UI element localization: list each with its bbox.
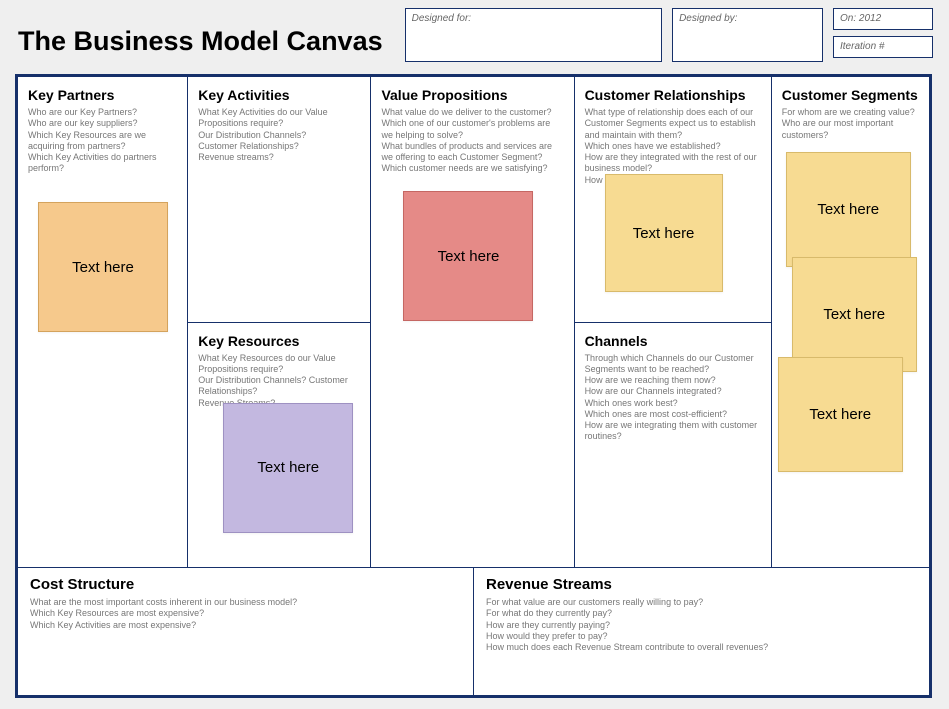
heading-channels: Channels <box>585 333 761 349</box>
heading-key-resources: Key Resources <box>198 333 360 349</box>
q: Who are our most important customers? <box>782 118 919 141</box>
q: Customer Relationships? <box>198 141 360 152</box>
heading-customer-relationships: Customer Relationships <box>585 87 761 103</box>
heading-cost-structure: Cost Structure <box>30 576 461 593</box>
q: For whom are we creating value? <box>782 107 919 118</box>
cell-channels: Channels Through which Channels do our C… <box>575 323 771 568</box>
q: What Key Activities do our Value Proposi… <box>198 107 360 130</box>
header: The Business Model Canvas Designed for: … <box>0 0 949 70</box>
q: How are we reaching them now? <box>585 375 761 386</box>
meta-stack: On: 2012 Iteration # <box>833 8 933 64</box>
canvas: Key Partners Who are our Key Partners? W… <box>15 74 932 698</box>
q: For what value are our customers really … <box>486 597 917 608</box>
q: Which one of our customer's problems are… <box>381 118 563 141</box>
q: How are our Channels integrated? <box>585 386 761 397</box>
q: What are the most important costs inhere… <box>30 597 461 608</box>
q: What bundles of products and services ar… <box>381 141 563 164</box>
q: Which ones work best? <box>585 398 761 409</box>
q: How are we integrating them with custome… <box>585 420 761 443</box>
q: Revenue streams? <box>198 152 360 163</box>
q: What value do we deliver to the customer… <box>381 107 563 118</box>
q: Which customer needs are we satisfying? <box>381 163 563 174</box>
cell-revenue-streams: Revenue Streams For what value are our c… <box>474 568 929 695</box>
q: What Key Resources do our Value Proposit… <box>198 353 360 376</box>
cell-cost-structure: Cost Structure What are the most importa… <box>18 568 474 695</box>
q: For what do they currently pay? <box>486 608 917 619</box>
q: Which Key Resources are most expensive? <box>30 608 461 619</box>
q: Which Key Activities are most expensive? <box>30 620 461 631</box>
heading-revenue-streams: Revenue Streams <box>486 576 917 593</box>
q: What type of relationship does each of o… <box>585 107 761 141</box>
q: Our Distribution Channels? Customer Rela… <box>198 375 360 398</box>
heading-key-activities: Key Activities <box>198 87 360 103</box>
sticky-note[interactable]: Text here <box>605 174 723 292</box>
cell-customer-segments: Customer Segments For whom are we creati… <box>772 77 929 567</box>
designed-by-box[interactable]: Designed by: <box>672 8 823 62</box>
sticky-note[interactable]: Text here <box>223 403 353 533</box>
q: Which Key Resources are we acquiring fro… <box>28 130 177 153</box>
heading-customer-segments: Customer Segments <box>782 87 919 103</box>
cell-customer-relationships: Customer Relationships What type of rela… <box>575 77 771 323</box>
heading-value-propositions: Value Propositions <box>381 87 563 103</box>
q: How much does each Revenue Stream contri… <box>486 642 917 653</box>
cell-key-activities: Key Activities What Key Activities do ou… <box>188 77 370 323</box>
q: Our Distribution Channels? <box>198 130 360 141</box>
col-key-partners: Key Partners Who are our Key Partners? W… <box>18 77 188 567</box>
sticky-note[interactable]: Text here <box>403 191 533 321</box>
q: Who are our Key Partners? <box>28 107 177 118</box>
sticky-note[interactable]: Text here <box>778 357 903 472</box>
q: Which ones have we established? <box>585 141 761 152</box>
cell-key-partners: Key Partners Who are our Key Partners? W… <box>18 77 187 567</box>
row-top: Key Partners Who are our Key Partners? W… <box>18 77 929 567</box>
col-activities-resources: Key Activities What Key Activities do ou… <box>188 77 371 567</box>
q: Which ones are most cost-efficient? <box>585 409 761 420</box>
page-title: The Business Model Canvas <box>18 8 395 57</box>
row-bottom: Cost Structure What are the most importa… <box>18 567 929 695</box>
q: Which Key Activities do partners perform… <box>28 152 177 175</box>
col-value-prop: Value Propositions What value do we deli… <box>371 77 574 567</box>
sticky-note[interactable]: Text here <box>792 257 917 372</box>
q: How are they integrated with the rest of… <box>585 152 761 175</box>
sticky-note[interactable]: Text here <box>786 152 911 267</box>
designed-for-box[interactable]: Designed for: <box>405 8 662 62</box>
cell-value-propositions: Value Propositions What value do we deli… <box>371 77 573 567</box>
q: How would they prefer to pay? <box>486 631 917 642</box>
q: Who are our key suppliers? <box>28 118 177 129</box>
sticky-note[interactable]: Text here <box>38 202 168 332</box>
cell-key-resources: Key Resources What Key Resources do our … <box>188 323 370 568</box>
q: How are they currently paying? <box>486 620 917 631</box>
col-relationships-channels: Customer Relationships What type of rela… <box>575 77 772 567</box>
heading-key-partners: Key Partners <box>28 87 177 103</box>
on-box[interactable]: On: 2012 <box>833 8 933 30</box>
col-customer-segments: Customer Segments For whom are we creati… <box>772 77 929 567</box>
iteration-box[interactable]: Iteration # <box>833 36 933 58</box>
q: Through which Channels do our Customer S… <box>585 353 761 376</box>
